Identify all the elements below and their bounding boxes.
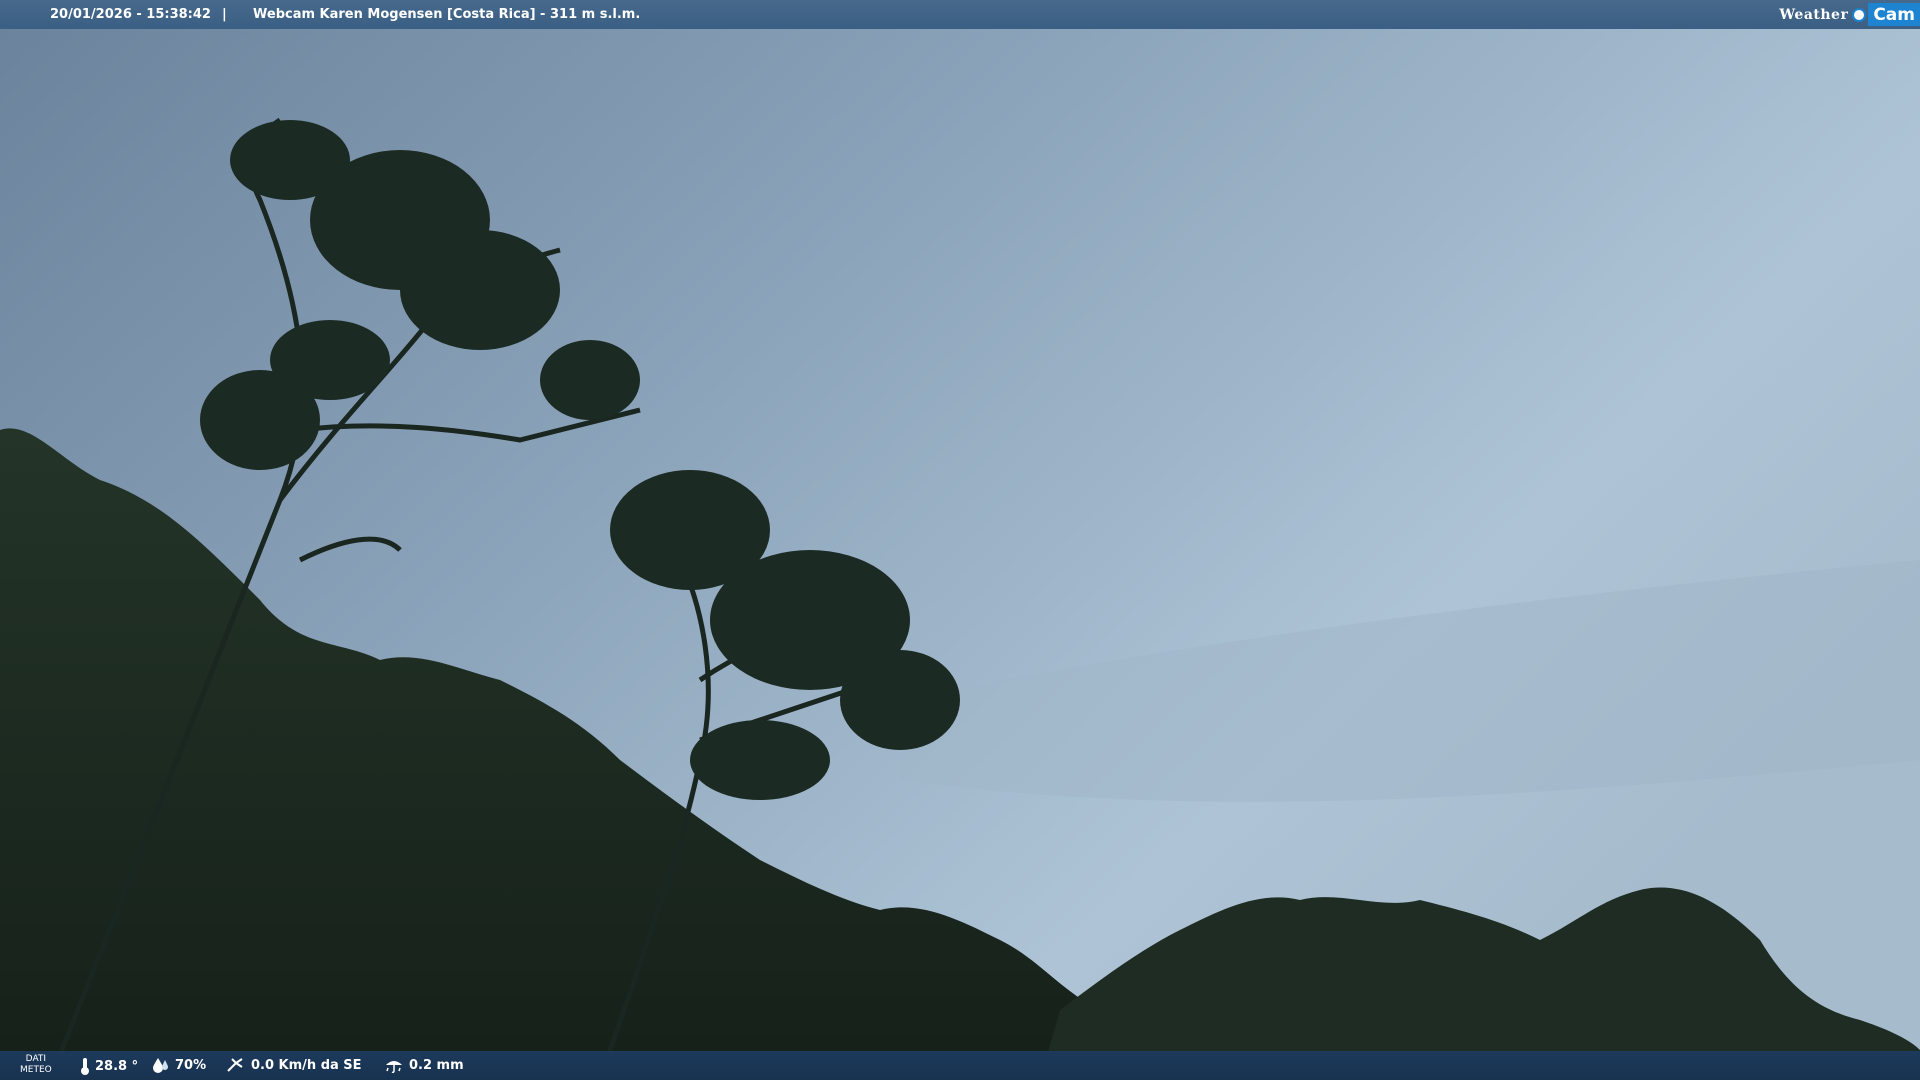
webcam-image bbox=[0, 0, 1920, 1080]
logo-cam-text: Cam bbox=[1868, 3, 1920, 26]
timestamp: 20/01/2026 - 15:38:42 bbox=[50, 7, 211, 22]
rain-value: 0.2 mm bbox=[409, 1057, 464, 1073]
weather-data-bar: DATI METEO 28.8 ° 70% 0.0 Km/h da SE 0.2… bbox=[0, 1051, 1920, 1080]
wind-reading: 0.0 Km/h da SE bbox=[226, 1057, 362, 1073]
temperature-reading: 28.8 ° bbox=[80, 1057, 138, 1075]
rain-icon bbox=[386, 1061, 402, 1073]
logo-sun-icon bbox=[1852, 7, 1867, 22]
webcam-title: Webcam Karen Mogensen [Costa Rica] - 311… bbox=[253, 7, 641, 22]
weathercam-logo[interactable]: Weather Cam bbox=[1779, 0, 1920, 29]
humidity-value: 70% bbox=[175, 1057, 207, 1073]
thermometer-icon bbox=[81, 1058, 89, 1075]
wind-value: 0.0 Km/h da SE bbox=[251, 1057, 362, 1073]
dati-meteo-label: DATI METEO bbox=[20, 1054, 52, 1075]
wind-icon bbox=[227, 1058, 243, 1072]
top-info-bar: 20/01/2026 - 15:38:42 | Webcam Karen Mog… bbox=[0, 0, 1920, 29]
rain-reading: 0.2 mm bbox=[384, 1057, 464, 1073]
temperature-value: 28.8 ° bbox=[95, 1058, 139, 1074]
logo-weather-text: Weather bbox=[1779, 6, 1849, 23]
humidity-icon bbox=[153, 1058, 168, 1073]
separator: | bbox=[222, 7, 227, 22]
humidity-reading: 70% bbox=[152, 1057, 206, 1073]
